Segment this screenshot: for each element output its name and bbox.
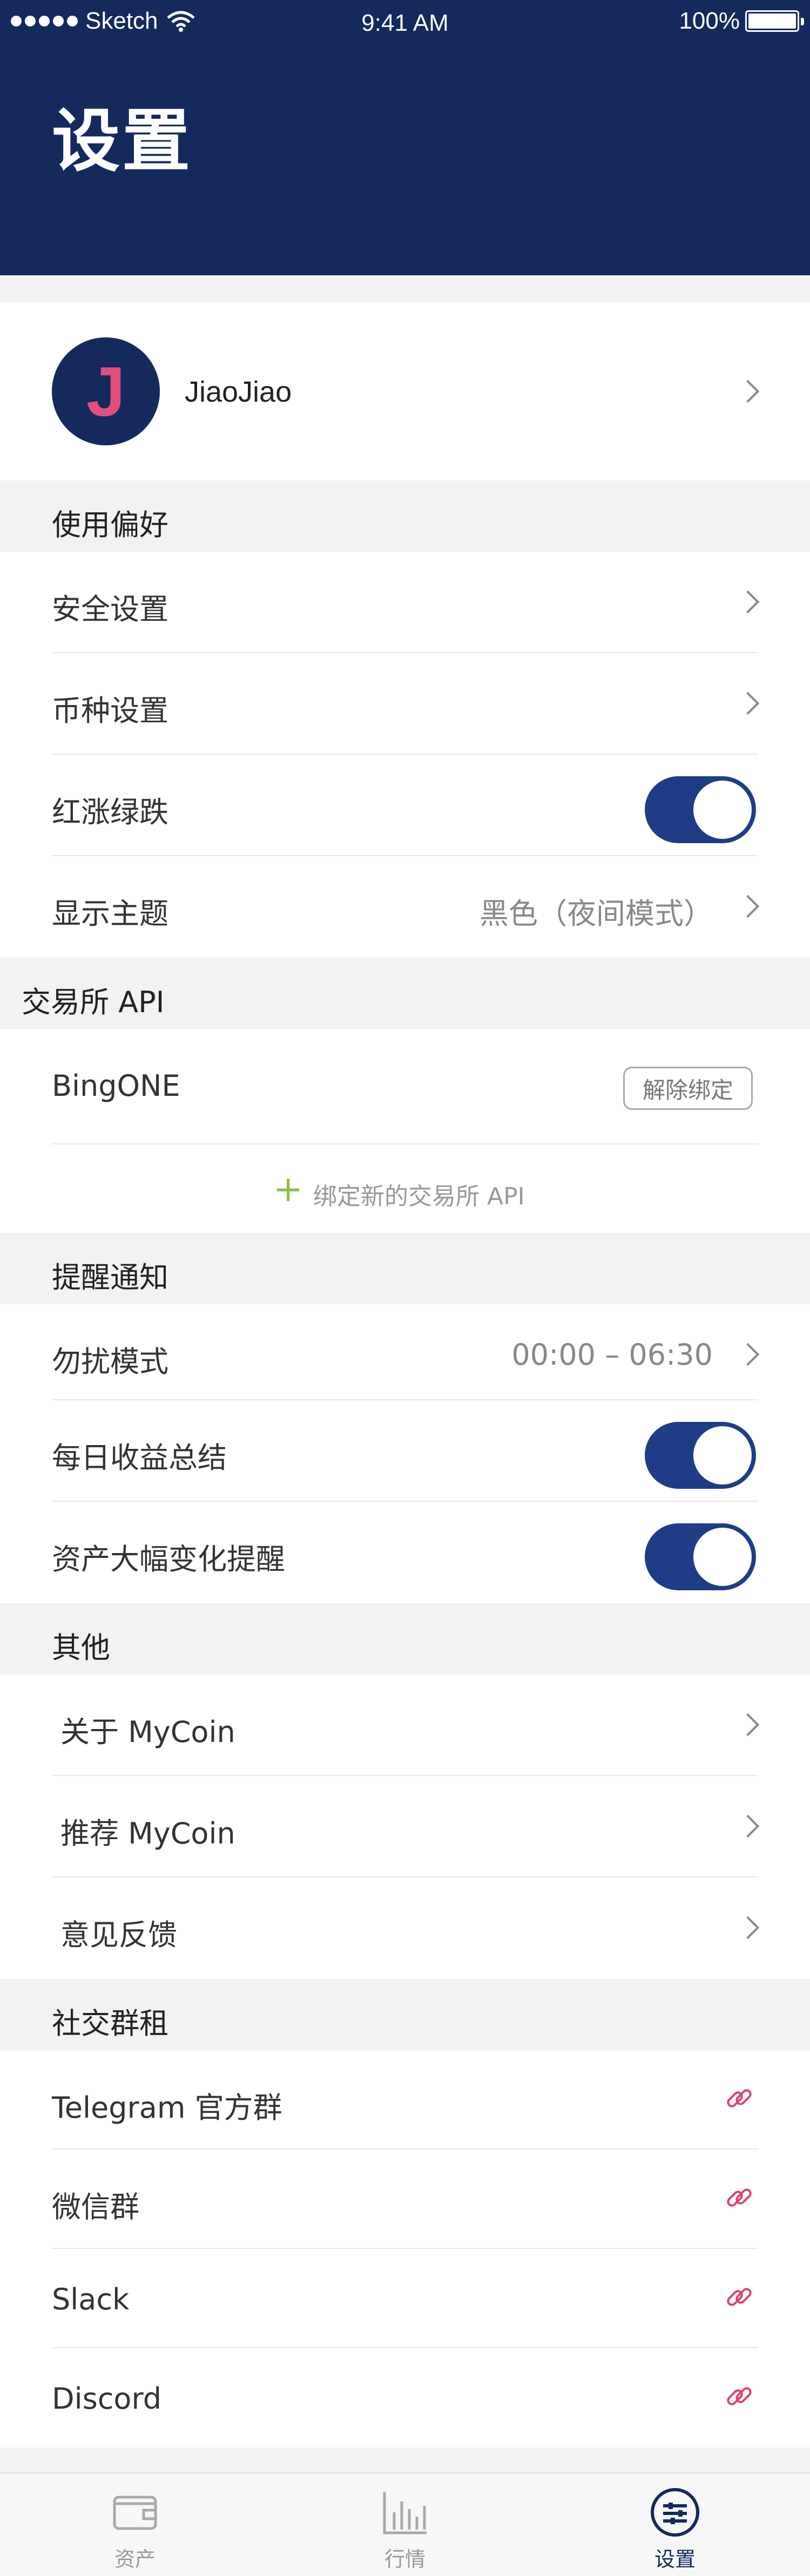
- row-label: 关于 MyCoin: [60, 1715, 235, 1749]
- row-label: 显示主题: [52, 897, 168, 931]
- row-label: Slack: [52, 2282, 130, 2316]
- exchange-row: BingONE 解除绑定: [0, 1029, 810, 1144]
- exchange-name: BingONE: [52, 1069, 180, 1103]
- link-icon: [727, 2288, 752, 2306]
- row-label: 每日收益总结: [52, 1441, 227, 1475]
- chevron-right-icon: [736, 1713, 760, 1737]
- link-icon: [727, 2089, 752, 2107]
- telegram-row[interactable]: Telegram 官方群: [0, 2050, 810, 2150]
- section-notifications-header: 提醒通知: [0, 1233, 810, 1304]
- status-right: 100%: [679, 8, 804, 35]
- row-label: 币种设置: [52, 694, 168, 728]
- add-api-label: 绑定新的交易所 API: [313, 1183, 525, 1210]
- slack-row[interactable]: Slack: [0, 2249, 810, 2348]
- sliders-icon: [651, 2488, 699, 2537]
- chevron-right-icon: [736, 1343, 760, 1366]
- asset-change-alert-toggle[interactable]: [645, 1523, 756, 1590]
- row-label: 勿扰模式: [52, 1345, 168, 1379]
- battery-label: 100%: [679, 8, 740, 34]
- unbind-button[interactable]: 解除绑定: [623, 1067, 753, 1110]
- wechat-row[interactable]: 微信群: [0, 2150, 810, 2249]
- section-title: 提醒通知: [52, 1260, 168, 1294]
- chevron-right-icon: [736, 1916, 760, 1940]
- daily-summary-row: 每日收益总结: [0, 1400, 810, 1502]
- section-preferences-header: 使用偏好: [0, 480, 810, 552]
- link-icon: [727, 2188, 752, 2207]
- row-label: 推荐 MyCoin: [60, 1816, 235, 1850]
- feedback-row[interactable]: 意见反馈: [0, 1877, 810, 1979]
- section-exchange-api-header: 交易所 API: [0, 958, 810, 1029]
- section-title: 社交群租: [52, 2006, 168, 2041]
- section-title: 使用偏好: [52, 508, 168, 542]
- daily-summary-toggle[interactable]: [645, 1422, 756, 1489]
- row-label: 资产大幅变化提醒: [52, 1542, 285, 1576]
- red-up-green-down-toggle[interactable]: [645, 776, 756, 843]
- security-settings-row[interactable]: 安全设置: [0, 552, 810, 653]
- profile-name: JiaoJiao: [185, 376, 292, 408]
- asset-change-alert-row: 资产大幅变化提醒: [0, 1502, 810, 1603]
- chevron-right-icon: [736, 1814, 760, 1838]
- tab-label: 资产: [114, 2547, 156, 2571]
- row-label: 意见反馈: [60, 1918, 177, 1952]
- tab-market[interactable]: 行情: [351, 2485, 459, 2572]
- row-label: 安全设置: [52, 592, 168, 626]
- section-other-header: 其他: [0, 1603, 810, 1675]
- page-header: 设置: [0, 49, 810, 275]
- bar-chart-icon: [383, 2492, 427, 2534]
- wallet-icon: [113, 2496, 157, 2530]
- tab-assets[interactable]: 资产: [81, 2485, 189, 2572]
- chevron-right-icon: [736, 379, 760, 403]
- tab-settings[interactable]: 设置: [621, 2485, 729, 2572]
- chevron-right-icon: [736, 692, 760, 715]
- dnd-time-range: 00:00 – 06:30: [511, 1338, 713, 1372]
- status-bar: Sketch 9:41 AM 100%: [0, 0, 810, 49]
- theme-row[interactable]: 显示主题 黑色（夜间模式）: [0, 856, 810, 958]
- avatar: J: [52, 337, 160, 445]
- section-title: 其他: [52, 1631, 110, 1665]
- row-label: Discord: [52, 2382, 161, 2416]
- currency-settings-row[interactable]: 币种设置: [0, 653, 810, 755]
- plus-icon: +: [273, 1168, 303, 1210]
- battery-icon: [745, 10, 804, 32]
- profile-row[interactable]: J JiaoJiao: [0, 302, 810, 480]
- tab-bar: 资产 行情 设置: [0, 2472, 810, 2576]
- add-exchange-api-button[interactable]: + 绑定新的交易所 API: [0, 1144, 810, 1233]
- page-title: 设置: [52, 101, 192, 181]
- row-label: 微信群: [52, 2190, 139, 2224]
- section-title: 交易所 API: [22, 985, 165, 1019]
- row-label: 红涨绿跌: [52, 795, 168, 829]
- recommend-row[interactable]: 推荐 MyCoin: [0, 1776, 810, 1877]
- about-row[interactable]: 关于 MyCoin: [0, 1675, 810, 1776]
- do-not-disturb-row[interactable]: 勿扰模式 00:00 – 06:30: [0, 1304, 810, 1400]
- chevron-right-icon: [736, 894, 760, 918]
- chevron-right-icon: [736, 590, 760, 614]
- tab-label: 设置: [654, 2547, 696, 2571]
- link-icon: [727, 2387, 752, 2405]
- tab-label: 行情: [384, 2547, 426, 2571]
- discord-row[interactable]: Discord: [0, 2348, 810, 2448]
- row-label: Telegram 官方群: [52, 2091, 282, 2125]
- red-up-green-down-row: 红涨绿跌: [0, 755, 810, 856]
- theme-value: 黑色（夜间模式）: [480, 897, 713, 931]
- section-social-header: 社交群租: [0, 1979, 810, 2050]
